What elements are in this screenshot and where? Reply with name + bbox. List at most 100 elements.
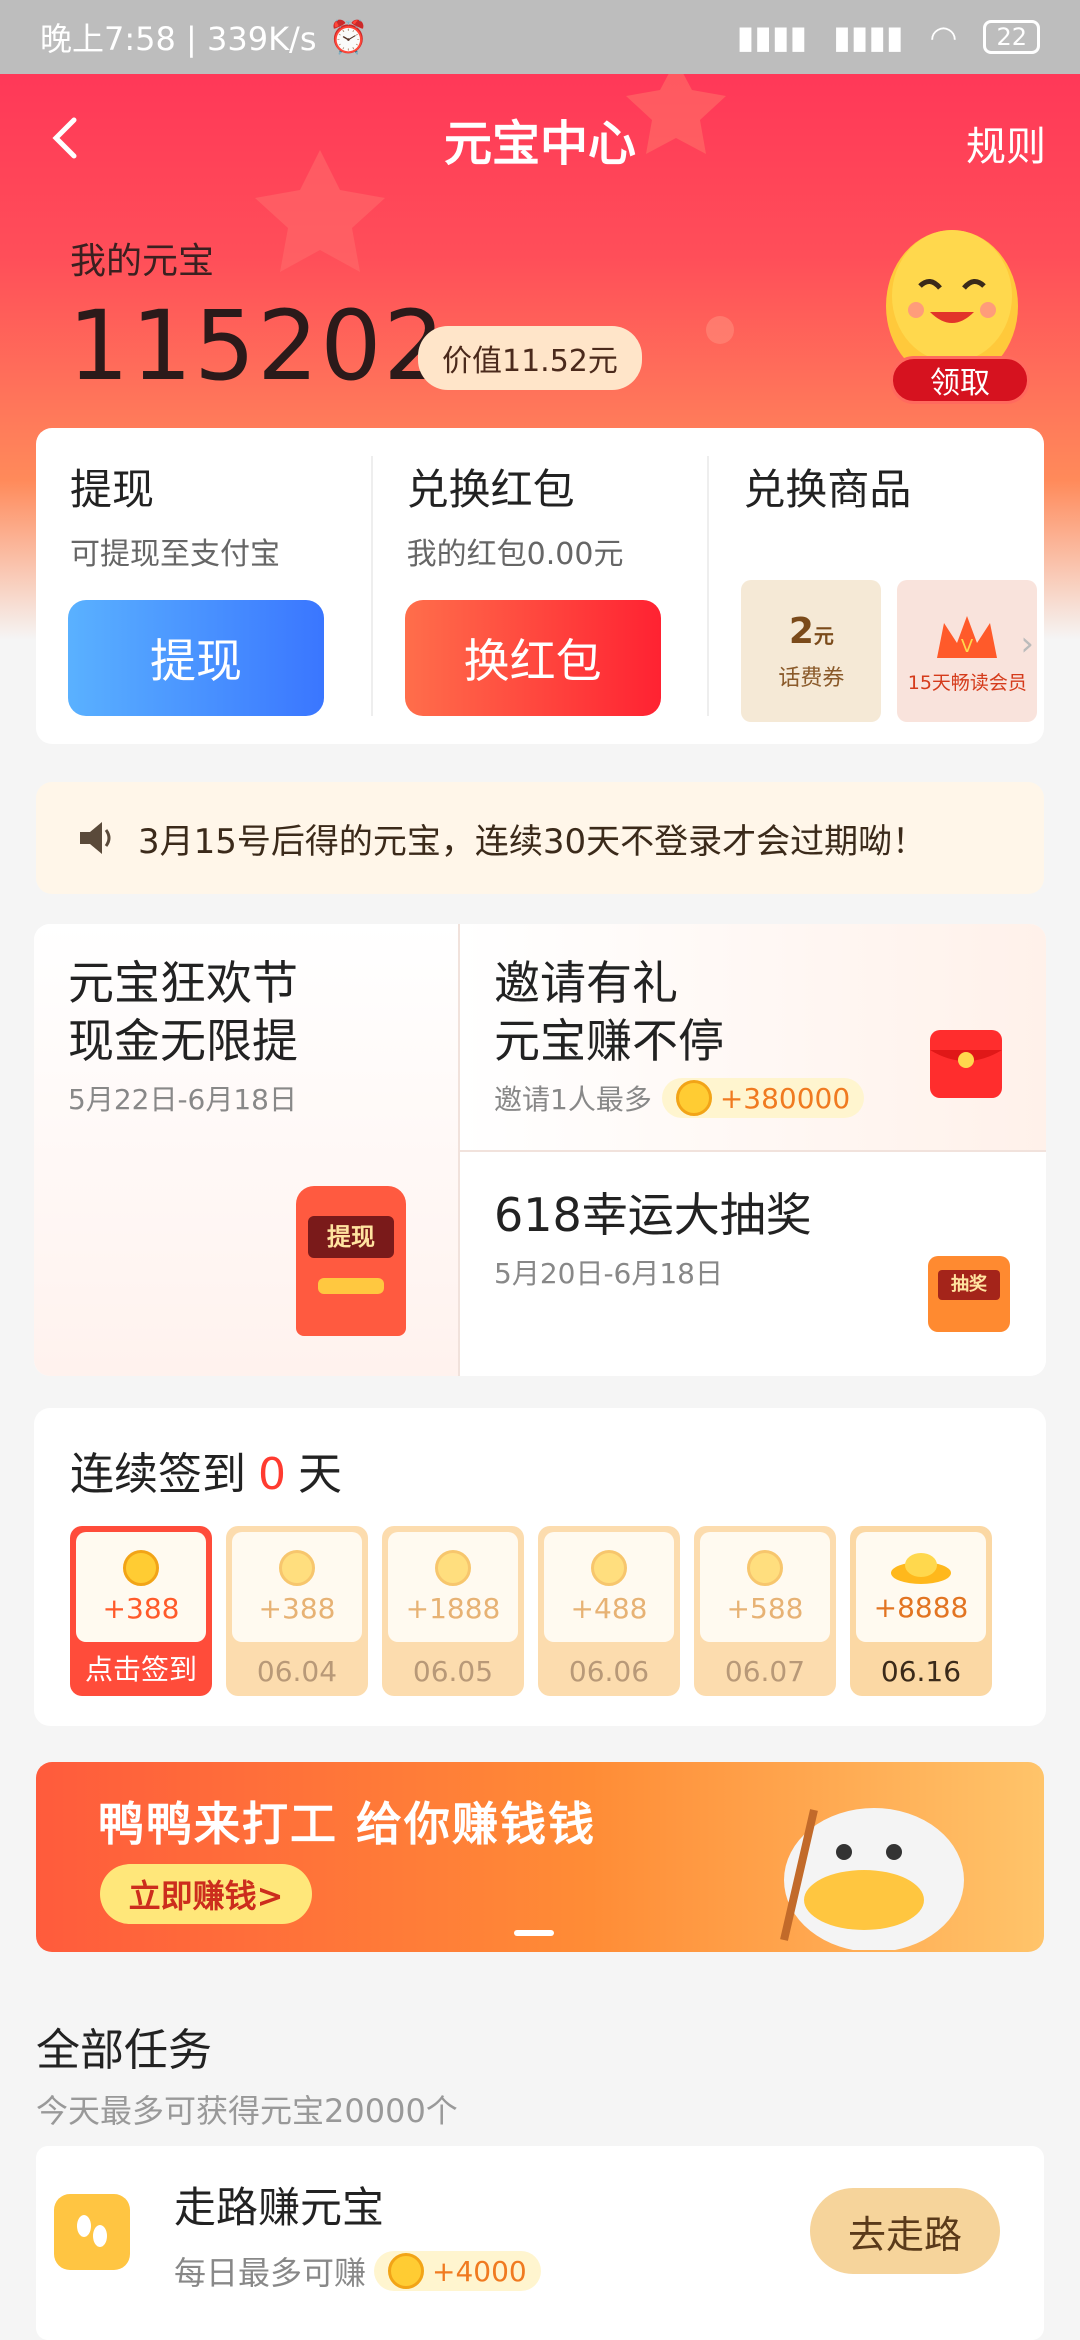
coin-icon — [279, 1549, 315, 1586]
withdraw-sub: 可提现至支付宝 — [70, 537, 280, 572]
invite-reward: +380000 — [719, 1081, 851, 1115]
expiry-notice: 3月15号后得的元宝，连续30天不登录才会过期呦！ — [36, 782, 1044, 894]
carnival-date: 5月22日-6月18日 — [68, 1083, 297, 1116]
invite-reward-badge: +380000 — [661, 1078, 865, 1118]
lottery-title: 618幸运大抽奖 — [494, 1188, 812, 1242]
goods-title: 兑换商品 — [743, 465, 912, 514]
banner-title: 鸭鸭来打工 给你赚钱钱 — [98, 1797, 597, 1851]
page-title: 元宝中心 — [443, 116, 636, 172]
redpacket-title: 兑换红包 — [406, 465, 575, 514]
signin-heading: 连续签到 0 天 — [70, 1438, 342, 1502]
duck-work-banner[interactable]: 鸭鸭来打工 给你赚钱钱 立即赚钱> — [36, 1762, 1044, 1952]
day-label: 06.07 — [724, 1655, 806, 1688]
carousel-indicator — [514, 1930, 554, 1936]
carnival-promo[interactable]: 元宝狂欢节 现金无限提 5月22日-6月18日 提现 — [34, 924, 458, 1376]
tasks-title: 全部任务 — [36, 2025, 212, 2076]
phone-voucher-item[interactable]: 2元 话费券 — [741, 580, 882, 722]
signin-day: +388 06.04 — [226, 1526, 368, 1696]
tasks-subtitle: 今天最多可获得元宝20000个 — [36, 2092, 458, 2130]
svg-text:V: V — [961, 636, 974, 657]
signin-day-bonus: +8888 06.16 — [850, 1526, 992, 1696]
status-bar: 晚上7:58 | 339K/s ⏰ ▮▮▮▮ ▮▮▮▮ ◠ 22 — [0, 0, 1080, 74]
claim-button[interactable]: 领取 — [890, 356, 1030, 404]
wifi-icon: ◠ — [929, 18, 958, 56]
task-name: 走路赚元宝 — [174, 2183, 385, 2232]
invite-promo[interactable]: 邀请有礼 元宝赚不停 邀请1人最多 +380000 — [458, 924, 1046, 1150]
signal-icon: ▮▮▮▮ — [736, 18, 808, 56]
notice-text: 3月15号后得的元宝，连续30天不登录才会过期呦！ — [138, 821, 927, 862]
speaker-icon — [80, 822, 111, 854]
machine-label: 提现 — [308, 1216, 394, 1258]
footprints-icon — [54, 2194, 130, 2270]
signin-day: +588 06.07 — [694, 1526, 836, 1696]
coin-icon — [675, 1080, 712, 1116]
task-desc-row: 每日最多可赚 +4000 — [174, 2248, 541, 2294]
task-reward-badge: +4000 — [374, 2251, 541, 2291]
task-reward: +4000 — [432, 2254, 527, 2288]
withdraw-button[interactable]: 提现 — [68, 600, 324, 716]
day-amount: +588 — [726, 1591, 804, 1625]
coin-icon — [435, 1549, 471, 1586]
back-arrow-icon[interactable] — [38, 110, 94, 166]
withdraw-section: 提现 可提现至支付宝 提现 — [36, 428, 371, 744]
voucher-unit: 元 — [813, 623, 834, 648]
battery-level: 22 — [996, 23, 1027, 51]
lottery-promo[interactable]: 618幸运大抽奖 5月20日-6月18日 抽奖 — [458, 1150, 1046, 1376]
signin-count: 0 — [258, 1449, 286, 1500]
balance-label: 我的元宝 — [70, 241, 215, 282]
day-label: 06.05 — [412, 1655, 494, 1688]
day-label: 06.04 — [256, 1655, 338, 1688]
rules-link[interactable]: 规则 — [966, 114, 1046, 172]
day-amount: +8888 — [873, 1590, 969, 1624]
vip-member-item[interactable]: V 15天畅读会员 — [897, 580, 1038, 722]
coin-icon — [747, 1549, 783, 1586]
goods-section: 兑换商品 2元 话费券 V 15天畅读会员 › — [709, 428, 1044, 744]
task-desc: 每日最多可赚 — [174, 2254, 367, 2292]
signin-day-button[interactable]: +388 点击签到 — [70, 1526, 212, 1696]
gold-ingot-icon — [891, 1552, 951, 1584]
signal-hd-icon: ▮▮▮▮ — [833, 18, 904, 56]
signin-prefix: 连续签到 — [70, 1449, 246, 1500]
day-amount: +488 — [570, 1591, 648, 1625]
day-amount: +388 — [258, 1591, 336, 1625]
signin-day: +488 06.06 — [538, 1526, 680, 1696]
redpacket-sub: 我的红包0.00元 — [406, 537, 624, 572]
chevron-right-icon[interactable]: › — [1020, 624, 1034, 664]
banner-button[interactable]: 立即赚钱> — [100, 1864, 312, 1924]
signin-card: 连续签到 0 天 +388 点击签到 +388 06.04 +1888 06.05 … — [34, 1408, 1046, 1726]
alarm-icon: ⏰ — [328, 18, 369, 56]
carnival-line2: 现金无限提 — [68, 1014, 298, 1068]
signin-days-row: +388 点击签到 +388 06.04 +1888 06.05 +488 06… — [70, 1526, 1044, 1702]
invite-note: 邀请1人最多 — [494, 1083, 652, 1116]
duck-mascot-icon — [780, 1808, 964, 1950]
carnival-line1: 元宝狂欢节 — [68, 956, 298, 1010]
day-label: 06.06 — [568, 1655, 650, 1688]
go-walk-button[interactable]: 去走路 — [810, 2188, 1000, 2274]
battery-icon: 22 — [983, 20, 1040, 54]
voucher-amount: 2 — [788, 610, 814, 652]
exchange-card: 提现 可提现至支付宝 提现 兑换红包 我的红包0.00元 换红包 兑换商品 2元… — [36, 428, 1044, 744]
coin-icon — [591, 1549, 627, 1586]
task-item: 走路赚元宝 每日最多可赚 +4000 去走路 — [36, 2146, 1044, 2340]
redpacket-button[interactable]: 换红包 — [404, 600, 661, 716]
coin-icon — [123, 1549, 159, 1586]
day-label: 点击签到 — [84, 1653, 197, 1686]
withdraw-title: 提现 — [70, 465, 155, 514]
red-envelope-icon — [930, 1030, 1002, 1098]
day-amount: +1888 — [405, 1591, 501, 1625]
day-label: 06.16 — [880, 1655, 962, 1688]
lottery-box-icon: 抽奖 — [928, 1256, 1010, 1332]
signin-suffix: 天 — [298, 1449, 342, 1500]
balance-worth-badge: 价值11.52元 — [418, 326, 642, 390]
vip-label: 15天畅读会员 — [907, 671, 1027, 694]
balance-value: 115202 — [68, 290, 447, 402]
status-time: 晚上7:58 | 339K/s — [40, 20, 317, 58]
signin-day: +1888 06.05 — [382, 1526, 524, 1696]
voucher-label: 话费券 — [778, 665, 845, 691]
withdraw-machine-icon: 提现 — [296, 1186, 406, 1336]
day-amount: +388 — [102, 1591, 180, 1625]
redpacket-section: 兑换红包 我的红包0.00元 换红包 — [373, 428, 708, 744]
lottery-box-label: 抽奖 — [938, 1270, 1000, 1300]
coin-icon — [388, 2253, 425, 2289]
promo-grid: 元宝狂欢节 现金无限提 5月22日-6月18日 提现 邀请有礼 元宝赚不停 邀请… — [34, 924, 1046, 1376]
